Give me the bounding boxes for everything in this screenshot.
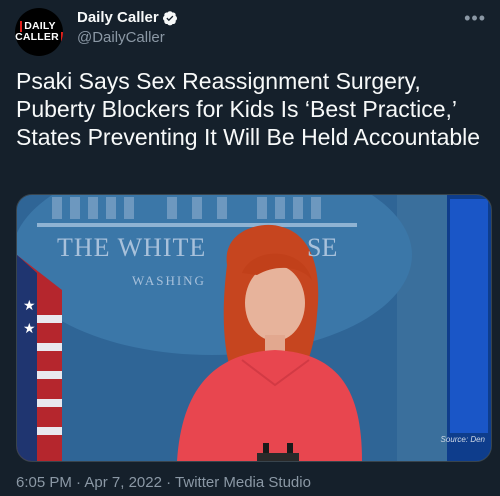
- tweet-metadata: 6:05 PM · Apr 7, 2022 · Twitter Media St…: [16, 474, 311, 491]
- separator-dot: ·: [166, 474, 172, 491]
- tweet-time[interactable]: 6:05 PM: [16, 474, 72, 491]
- wall-lettering-line1-end: SE: [307, 233, 338, 262]
- avatar[interactable]: DAILY CALLER: [15, 8, 63, 56]
- tweet-text: Psaki Says Sex Reassignment Surgery, Pub…: [16, 68, 481, 150]
- tweet-card: DAILY CALLER Daily Caller @DailyCaller •…: [0, 0, 500, 496]
- verified-badge-icon: [162, 10, 178, 26]
- svg-text:★: ★: [23, 321, 36, 337]
- media-source-label: Source: Den: [440, 435, 485, 444]
- more-options-icon[interactable]: •••: [464, 8, 486, 29]
- tweet-date[interactable]: Apr 7, 2022: [84, 474, 162, 491]
- wall-lettering-line2: WASHING: [132, 273, 206, 288]
- tweet-media-image[interactable]: ★ ★ THE WHITE SE WASHING Source: Den: [16, 194, 492, 462]
- author-handle[interactable]: @DailyCaller: [77, 29, 165, 46]
- author-name-row[interactable]: Daily Caller: [77, 9, 178, 26]
- tweet-source-app[interactable]: Twitter Media Studio: [175, 474, 311, 491]
- separator-dot: ·: [76, 474, 82, 491]
- avatar-logo-line2: CALLER: [15, 32, 63, 43]
- display-name[interactable]: Daily Caller: [77, 9, 159, 26]
- wall-lettering-line1: THE WHITE: [57, 233, 207, 262]
- svg-text:★: ★: [23, 298, 36, 314]
